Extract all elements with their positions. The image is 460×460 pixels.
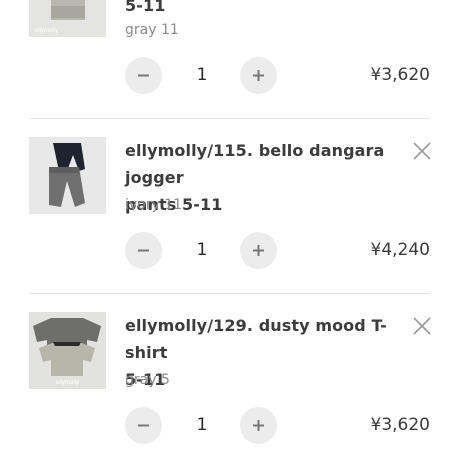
product-thumbnail[interactable]: ellymolly <box>29 0 106 37</box>
minus-icon <box>138 424 149 427</box>
plus-icon <box>253 420 264 431</box>
minus-icon <box>138 74 149 77</box>
decrease-quantity-button[interactable] <box>125 407 162 444</box>
product-title-line: ellymolly/129. dusty mood T-shirt <box>125 316 387 362</box>
thumbnail-watermark: ellymolly <box>35 28 58 34</box>
product-variant: gray 5 <box>125 372 170 388</box>
product-variant: ivory 11 <box>125 197 183 213</box>
divider <box>29 118 430 119</box>
increase-quantity-button[interactable] <box>240 57 277 94</box>
item-price: ¥3,620 <box>370 65 430 85</box>
minus-icon <box>138 249 149 252</box>
increase-quantity-button[interactable] <box>240 232 277 269</box>
plus-icon <box>253 245 264 256</box>
product-title-line: 5-11 <box>125 0 166 15</box>
product-title[interactable]: 5-11 <box>125 0 400 19</box>
quantity-value: 1 <box>196 240 208 260</box>
product-thumbnail[interactable] <box>29 137 106 214</box>
product-title-line: ellymolly/115. bello dangara jogger <box>125 141 385 187</box>
decrease-quantity-button[interactable] <box>125 57 162 94</box>
quantity-value: 1 <box>196 415 208 435</box>
decrease-quantity-button[interactable] <box>125 232 162 269</box>
close-icon <box>413 142 431 160</box>
plus-icon <box>253 70 264 81</box>
divider <box>29 293 430 294</box>
item-price: ¥4,240 <box>370 240 430 260</box>
product-thumbnail[interactable]: ellymolly <box>29 312 106 389</box>
product-variant: gray 11 <box>125 22 179 38</box>
remove-item-button[interactable] <box>410 314 434 338</box>
increase-quantity-button[interactable] <box>240 407 277 444</box>
item-price: ¥3,620 <box>370 415 430 435</box>
close-icon <box>413 317 431 335</box>
thumbnail-watermark: ellymolly <box>56 380 79 386</box>
remove-item-button[interactable] <box>410 139 434 163</box>
quantity-value: 1 <box>196 65 208 85</box>
